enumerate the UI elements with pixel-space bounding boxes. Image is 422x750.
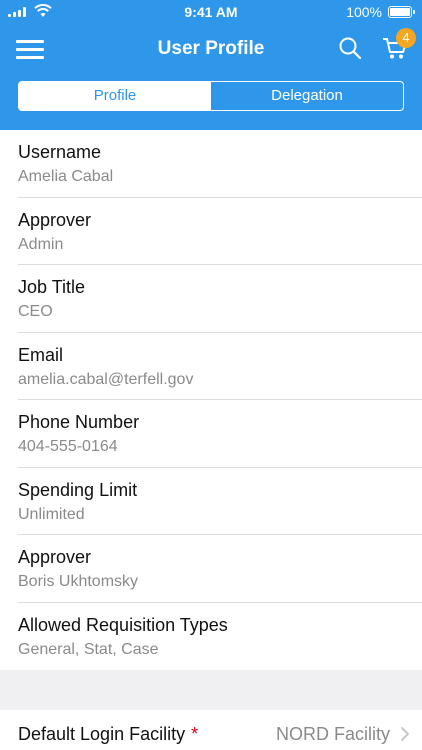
facility-value: NORD Facility [275, 724, 390, 744]
field-username: Username Amelia Cabal [0, 130, 422, 198]
chevron-right-icon [401, 727, 409, 741]
profile-details-list: Username Amelia Cabal Approver Admin Job… [0, 130, 422, 670]
field-job-title: Job Title CEO [0, 265, 422, 333]
facility-label-text: Default Login Facility [18, 724, 186, 744]
field-value: Boris Ukhtomsky [18, 573, 139, 590]
search-icon[interactable] [338, 36, 362, 60]
field-label: Job Title [18, 277, 86, 297]
field-label: Approver [18, 547, 92, 567]
field-email: Email amelia.cabal@terfell.gov [0, 333, 422, 401]
field-secondary-approver: Approver Boris Ukhtomsky [0, 535, 422, 603]
status-bar: 9:41 AM 100% [0, 0, 422, 24]
tab-delegation[interactable]: Delegation [211, 82, 403, 110]
field-value: Unlimited [18, 505, 85, 523]
field-label: Spending Limit [18, 479, 138, 500]
field-value: Admin [18, 235, 64, 253]
field-approver: Approver Admin [0, 198, 422, 266]
required-indicator: * [191, 724, 199, 744]
field-allowed-requisition-types: Allowed Requisition Types General, Stat,… [0, 603, 422, 671]
field-phone-number: Phone Number 404-555-0164 [0, 400, 422, 468]
cart-count-badge: 4 [396, 28, 416, 48]
default-login-facility-row[interactable]: Default Login Facility * NORD Facility [0, 710, 422, 750]
field-label: Phone Number [18, 412, 140, 432]
field-value: General, Stat, Case [18, 640, 159, 658]
field-value: 404-555-0164 [18, 438, 118, 455]
section-divider [0, 670, 422, 710]
battery-icon [388, 6, 415, 18]
navigation-bar: User Profile 4 [0, 24, 422, 74]
hamburger-menu-icon[interactable] [16, 40, 44, 60]
field-value: amelia.cabal@terfell.gov [18, 370, 194, 388]
tab-profile[interactable]: Profile [19, 82, 211, 110]
field-label: Username [18, 142, 102, 162]
field-label: Approver [18, 209, 92, 230]
facility-label: Default Login Facility * [18, 724, 198, 745]
app-header: 9:41 AM 100% User Profile 4 Profile Dele… [0, 0, 422, 130]
profile-tabs: Profile Delegation [18, 81, 404, 111]
field-label: Allowed Requisition Types [18, 614, 228, 635]
field-spending-limit: Spending Limit Unlimited [0, 468, 422, 536]
field-value: Amelia Cabal [18, 168, 114, 185]
battery-percentage: 100% [346, 4, 382, 20]
field-label: Email [18, 344, 64, 365]
field-value: CEO [18, 303, 53, 320]
